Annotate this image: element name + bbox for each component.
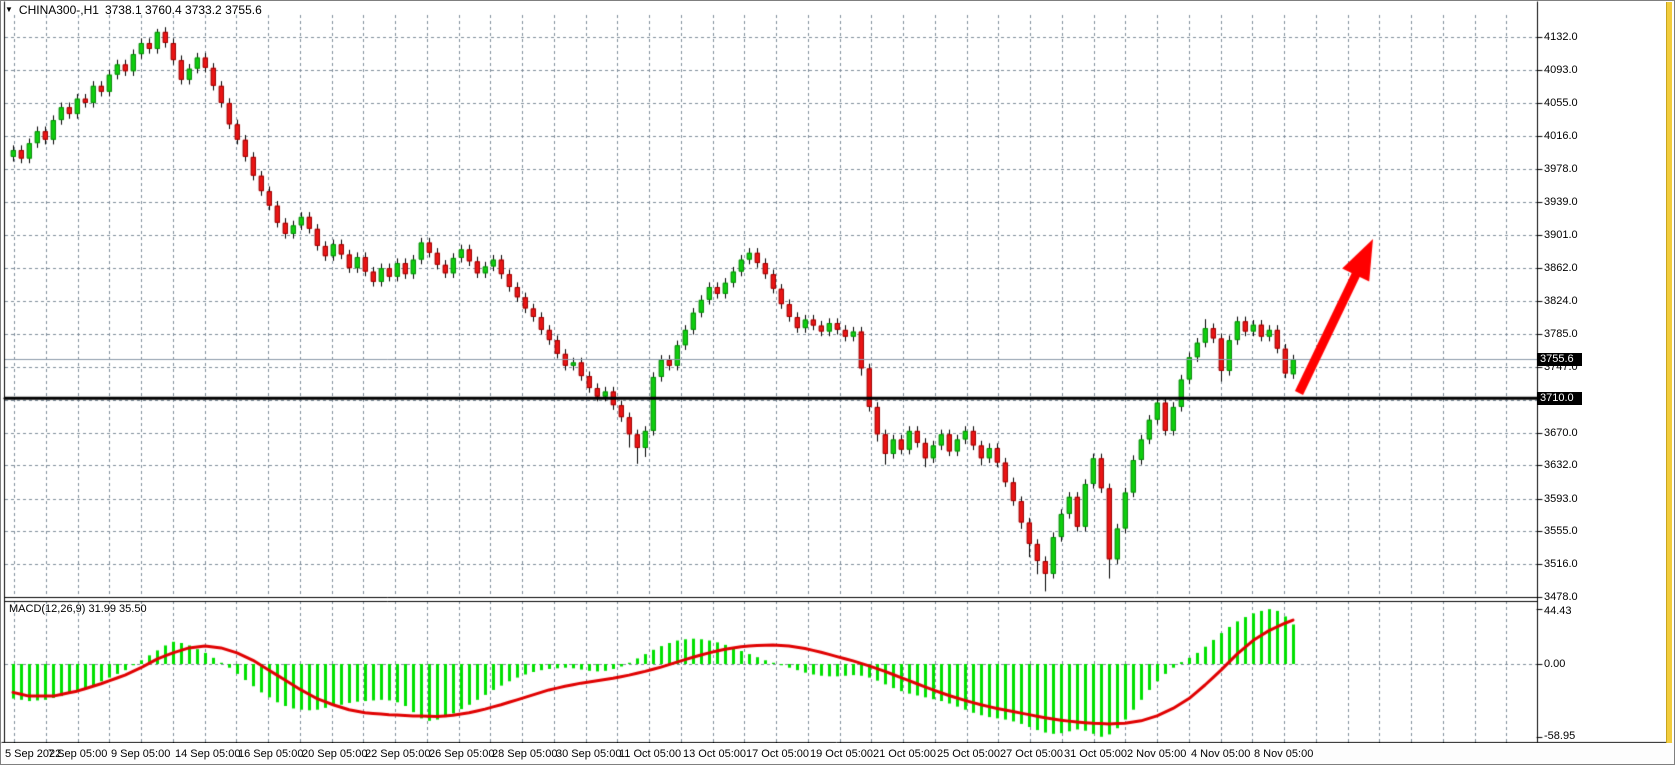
price-axis-label: 3824.0 [1544, 295, 1578, 307]
date-axis-label: 21 Oct 05:00 [873, 748, 936, 760]
price-axis-label: 3978.0 [1544, 163, 1578, 175]
date-axis-label: 14 Sep 05:00 [175, 748, 240, 760]
price-axis-label: 3555.0 [1544, 525, 1578, 537]
price-chart-canvas[interactable] [1, 1, 1675, 765]
date-axis-label: 30 Sep 05:00 [556, 748, 621, 760]
date-axis-label: 4 Nov 05:00 [1191, 748, 1250, 760]
date-axis-label: 9 Sep 05:00 [111, 748, 170, 760]
date-axis-label: 20 Sep 05:00 [302, 748, 367, 760]
price-axis-label: 3939.0 [1544, 196, 1578, 208]
price-axis-label: 3862.0 [1544, 262, 1578, 274]
price-axis-label: 3670.0 [1544, 427, 1578, 439]
symbol-timeframe-label: CHINA300-,H1 [19, 3, 99, 17]
price-axis-label: 4132.0 [1544, 31, 1578, 43]
date-axis-label: 2 Nov 05:00 [1127, 748, 1186, 760]
date-axis-label: 17 Oct 05:00 [746, 748, 809, 760]
price-axis-label: 3632.0 [1544, 459, 1578, 471]
date-axis-label: 7 Sep 05:00 [48, 748, 107, 760]
price-axis-label: 3478.0 [1544, 591, 1578, 603]
price-axis-label: 4016.0 [1544, 130, 1578, 142]
date-axis-label: 28 Sep 05:00 [492, 748, 557, 760]
price-axis-label: 3516.0 [1544, 558, 1578, 570]
chart-title: ▼ CHINA300-,H1 3738.1 3760.4 3733.2 3755… [5, 3, 262, 16]
macd-axis-label: -58.95 [1544, 730, 1575, 742]
date-axis-label: 13 Oct 05:00 [683, 748, 746, 760]
price-axis-label: 3901.0 [1544, 229, 1578, 241]
price-axis-label: 3785.0 [1544, 328, 1578, 340]
date-axis-label: 25 Oct 05:00 [937, 748, 1000, 760]
date-axis-label: 27 Oct 05:00 [1000, 748, 1063, 760]
date-axis-label: 8 Nov 05:00 [1254, 748, 1313, 760]
date-axis-label: 26 Sep 05:00 [429, 748, 494, 760]
date-axis-label: 31 Oct 05:00 [1064, 748, 1127, 760]
price-axis-label: 4093.0 [1544, 64, 1578, 76]
macd-axis-label: 0.00 [1544, 658, 1565, 670]
date-axis-label: 11 Oct 05:00 [619, 748, 681, 760]
date-axis-label: 19 Oct 05:00 [810, 748, 873, 760]
window-edge-accent [1666, 2, 1672, 743]
price-axis-label: 3593.0 [1544, 493, 1578, 505]
price-axis-label: 4055.0 [1544, 97, 1578, 109]
hline-price-tag: 3710.0 [1537, 392, 1582, 405]
chart-window: ▼ CHINA300-,H1 3738.1 3760.4 3733.2 3755… [0, 0, 1675, 765]
date-axis-label: 22 Sep 05:00 [365, 748, 430, 760]
date-axis-label: 16 Sep 05:00 [238, 748, 303, 760]
ohlc-values-label: 3738.1 3760.4 3733.2 3755.6 [105, 3, 262, 17]
macd-indicator-label: MACD(12,26,9) 31.99 35.50 [9, 603, 147, 615]
symbol-dropdown-icon[interactable]: ▼ [5, 5, 13, 15]
macd-axis-label: 44.43 [1544, 605, 1572, 617]
bid-price-tag: 3755.6 [1537, 353, 1582, 366]
